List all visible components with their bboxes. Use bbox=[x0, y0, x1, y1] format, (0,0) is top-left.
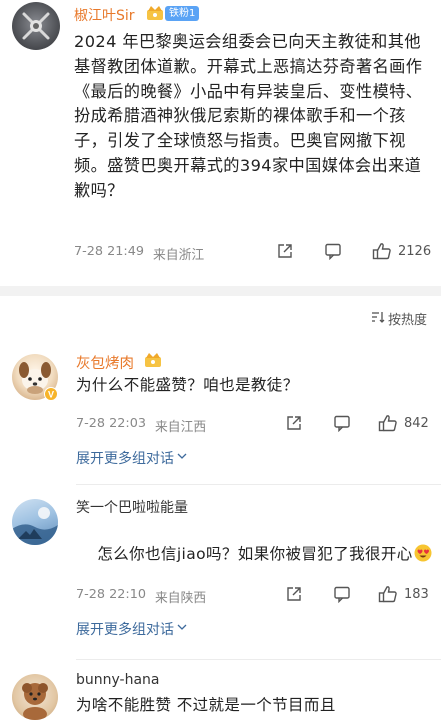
comment-like-count: 183 bbox=[404, 586, 429, 602]
share-button[interactable] bbox=[285, 414, 303, 432]
expand-label: 展开更多组对话 bbox=[76, 622, 174, 638]
comment-author-name[interactable]: 笑一个巴啦啦能量 bbox=[76, 497, 188, 517]
comment-location: 来自陕西 bbox=[155, 591, 207, 606]
comment-button[interactable] bbox=[333, 585, 351, 603]
comment-item: 笑一个巴啦啦能量 怎么你也信jiao吗？如果你被冒犯了我很开心 7-28 22:… bbox=[0, 497, 441, 647]
post-author-avatar[interactable] bbox=[12, 2, 60, 50]
expand-conversation-link[interactable]: 展开更多组对话 bbox=[76, 448, 188, 468]
comment-timestamp: 7-28 22:03 bbox=[76, 416, 146, 431]
chevron-down-icon bbox=[176, 621, 188, 637]
comment-author-name[interactable]: bunny-hana bbox=[76, 672, 160, 688]
comment-button[interactable] bbox=[333, 414, 351, 432]
main-post: 椒江叶Sir 铁粉1 2024 年巴黎奥运会组委会已向天主教徒和其他基督教团体道… bbox=[0, 0, 441, 286]
like-button[interactable]: 2126 bbox=[372, 242, 431, 260]
comment-author-avatar[interactable] bbox=[12, 499, 58, 545]
post-timestamp: 7-28 21:49 bbox=[74, 244, 144, 259]
vip-crown-icon bbox=[146, 5, 164, 25]
share-icon bbox=[285, 414, 303, 432]
share-button[interactable] bbox=[276, 242, 294, 260]
fan-level-badge: 铁粉1 bbox=[165, 6, 200, 21]
comment-item: bunny-hana 为啥不能胜赞 不过就是一个节目而且 bbox=[0, 672, 441, 727]
sort-icon bbox=[371, 310, 385, 328]
comment-author-name[interactable]: 灰包烤肉 bbox=[76, 352, 134, 373]
expand-label: 展开更多组对话 bbox=[76, 451, 174, 467]
comment-icon bbox=[333, 585, 351, 603]
post-location: 来自浙江 bbox=[153, 248, 205, 263]
vip-crown-icon bbox=[144, 352, 162, 372]
section-divider bbox=[0, 286, 441, 296]
comment-button[interactable] bbox=[324, 242, 342, 260]
comment-text: 怎么你也信jiao吗？如果你被冒犯了我很开心 bbox=[76, 519, 432, 593]
post-content: 2024 年巴黎奥运会组委会已向天主教徒和其他基督教团体道歉。开幕式上恶搞达芬奇… bbox=[74, 32, 423, 200]
comment-icon bbox=[333, 414, 351, 432]
comment-timestamp: 7-28 22:10 bbox=[76, 587, 146, 602]
like-button[interactable]: 183 bbox=[378, 585, 429, 603]
comment-item: V 灰包烤肉 为什么不能盛赞？咱也是教徒？ 7-28 22:03 来自江西 84… bbox=[0, 352, 441, 472]
like-button[interactable]: 842 bbox=[378, 414, 429, 432]
chevron-down-icon bbox=[176, 450, 188, 466]
heart-eyes-emoji bbox=[414, 544, 432, 570]
comment-author-avatar[interactable] bbox=[12, 674, 58, 720]
sort-label: 按热度 bbox=[387, 313, 427, 328]
comment-text: 为什么不能盛赞？咱也是教徒？ bbox=[76, 376, 299, 394]
svg-text:V: V bbox=[48, 390, 54, 400]
like-icon bbox=[372, 242, 392, 260]
post-author-name[interactable]: 椒江叶Sir bbox=[74, 5, 135, 25]
post-like-count: 2126 bbox=[398, 243, 432, 259]
comment-text: 为啥不能胜赞 不过就是一个节目而且 bbox=[76, 696, 336, 714]
comment-like-count: 842 bbox=[404, 415, 429, 431]
comment-location: 来自江西 bbox=[155, 420, 207, 435]
like-icon bbox=[378, 414, 398, 432]
comment-icon bbox=[324, 242, 342, 260]
comment-divider bbox=[76, 659, 441, 660]
like-icon bbox=[378, 585, 398, 603]
sort-toggle[interactable]: 按热度 bbox=[371, 309, 427, 328]
share-button[interactable] bbox=[285, 585, 303, 603]
comment-divider bbox=[76, 484, 441, 485]
expand-conversation-link[interactable]: 展开更多组对话 bbox=[76, 619, 188, 639]
share-icon bbox=[285, 585, 303, 603]
share-icon bbox=[276, 242, 294, 260]
verified-badge-icon: V bbox=[44, 386, 58, 405]
